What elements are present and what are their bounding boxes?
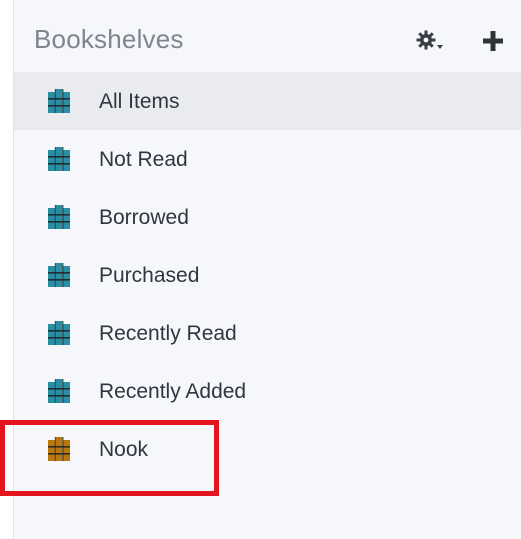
shelf-item-all-items[interactable]: All Items <box>14 72 521 130</box>
shelf-item-label: Not Read <box>99 148 188 171</box>
bookshelf-icon <box>48 205 70 229</box>
shelf-item-purchased[interactable]: Purchased <box>14 246 521 304</box>
shelf-item-recently-read[interactable]: Recently Read <box>14 304 521 362</box>
bookshelf-icon <box>48 263 70 287</box>
bookshelf-icon <box>48 89 70 113</box>
settings-gear-dropdown-icon[interactable] <box>416 30 444 54</box>
bookshelves-title: Bookshelves <box>34 24 184 54</box>
shelf-item-label: Recently Read <box>99 322 237 345</box>
bookshelf-icon <box>48 379 70 403</box>
shelf-item-label: Borrowed <box>99 206 189 229</box>
shelf-list: All Items Not Read Borrowed Purchased Recent… <box>14 72 521 478</box>
bookshelf-icon <box>48 147 70 171</box>
shelf-item-label: Purchased <box>99 264 200 287</box>
shelf-item-recently-added[interactable]: Recently Added <box>14 362 521 420</box>
plus-icon <box>483 31 503 51</box>
add-shelf-button[interactable] <box>482 30 504 52</box>
shelf-item-not-read[interactable]: Not Read <box>14 130 521 188</box>
shelf-item-label: Recently Added <box>99 380 247 403</box>
shelf-item-label: All Items <box>99 90 180 113</box>
highlight-box <box>0 420 219 496</box>
bookshelf-icon <box>48 321 70 345</box>
bookshelves-header: Bookshelves <box>14 0 521 72</box>
shelf-item-borrowed[interactable]: Borrowed <box>14 188 521 246</box>
